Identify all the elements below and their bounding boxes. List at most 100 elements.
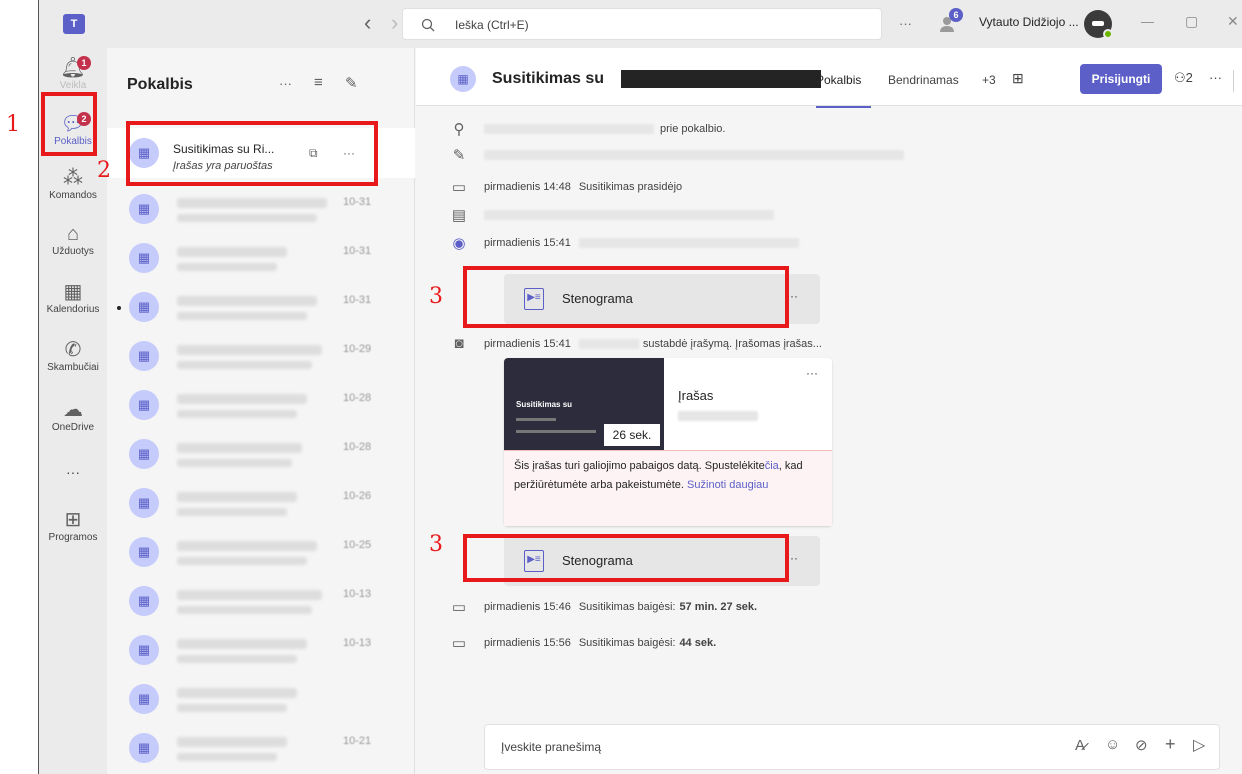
loop-icon[interactable]: ⊘ [1135,736,1148,754]
chat-list-item[interactable]: ▦ 10-31 [107,184,415,234]
meeting-avatar-icon: ▦ [129,684,159,714]
recording-thumbnail[interactable]: Susitikimas su 26 sek. [504,358,664,450]
join-button[interactable]: Prisijungti [1080,64,1162,94]
thumbnail-title: Susitikimas su [516,400,573,409]
chat-list-item[interactable]: ▦ 10-21 [107,723,415,773]
tab-chat-underline [816,106,871,108]
meeting-avatar-icon: ▦ [129,390,159,420]
format-icon[interactable]: A̷ [1075,737,1085,754]
event-calendar: ▤ [448,206,774,224]
teams-logo-icon: T [63,14,85,34]
rail-label: Kalendorius [46,304,100,315]
minimize-button[interactable]: — [1141,14,1154,29]
meeting-avatar-icon: ▦ [129,292,159,322]
chat-item-preview-blurred [177,410,297,418]
notice-link-here[interactable]: čia [765,460,779,472]
chat-list-item[interactable]: ▦ 10-31 [107,233,415,283]
people-icon: ⚇ [1174,70,1186,85]
chat-item-time: 10-31 [343,294,372,306]
rail-label: Užduotys [52,246,94,257]
header-more-icon[interactable]: ··· [1209,70,1222,85]
chat-item-title-blurred [177,345,322,355]
chat-list-item[interactable]: ▦ 10-25 [107,527,415,577]
compose-box[interactable]: Įveskite pranešimą A̷ ☺ ⊘ + ▷ [484,724,1220,770]
chat-item-title-blurred [177,492,297,502]
search-box[interactable]: Ieška (Ctrl+E) [402,8,882,40]
chat-item-preview-blurred [177,704,287,712]
rail-item-more[interactable]: ··· [39,464,107,480]
back-arrow-icon[interactable]: ‹ [364,10,371,36]
recording-more-icon[interactable]: ··· [806,366,818,380]
chat-list-item[interactable]: ▦ 10-13 [107,625,415,675]
maximize-button[interactable]: ▢ [1185,13,1198,30]
event-recording-started: ◉ pirmadienis 15:41 [448,234,799,252]
meeting-avatar-icon: ▦ [129,341,159,371]
rail-item-calendar[interactable]: ▦ Kalendorius [39,280,107,315]
chat-item-time: 10-29 [343,343,372,355]
chat-item-title-blurred [177,394,307,404]
close-button[interactable]: ✕ [1227,13,1239,30]
send-icon[interactable]: ▷ [1193,735,1205,755]
participants-button[interactable]: ⚇2 [1174,70,1193,86]
chat-list-item[interactable]: ▦ 10-31 [107,282,415,332]
stop-record-icon: ◙ [454,335,464,352]
rail-item-apps[interactable]: ⊞ Programos [39,508,107,543]
tab-shared[interactable]: Bendrinamas [888,73,959,87]
add-icon[interactable]: + [1165,734,1176,755]
expiry-notice: Šis įrašas turi galiojimo pabaigos datą.… [504,450,832,526]
chat-list-item[interactable]: ▦ 10-26 [107,478,415,528]
tab-chat[interactable]: Pokalbis [816,73,861,87]
emoji-icon[interactable]: ☺ [1105,736,1120,753]
meeting-avatar-icon: ▦ [129,733,159,763]
recording-title: Įrašas [678,388,714,403]
chat-item-preview-blurred [177,361,312,369]
rail-item-tasks[interactable]: ⌂ Užduotys [39,222,107,257]
annotation-1: 1 [6,112,20,137]
notifications-button[interactable]: 6 [939,8,963,34]
status-available-icon [1103,29,1113,39]
rail-item-activity[interactable]: 🔔︎ 1 Veikla [39,56,107,91]
chat-item-preview-blurred [177,557,307,565]
recording-card[interactable]: Susitikimas su 26 sek. Įrašas ··· Šis įr… [504,358,832,526]
more-icon: ··· [66,464,80,480]
search-icon [421,18,435,32]
annotation-box-3a [463,266,789,328]
new-chat-icon[interactable]: ✎ [345,74,358,92]
more-options-icon[interactable]: ··· [899,16,912,31]
rail-label: Komandos [49,190,97,201]
annotation-box-3b [463,534,789,582]
chat-item-preview-blurred [177,214,317,222]
annotation-3a: 3 [429,284,443,309]
rail-item-onedrive[interactable]: ☁︎ OneDrive [39,398,107,433]
chat-item-time: 10-28 [343,441,372,453]
chat-list-item[interactable]: ▦ 10-28 [107,429,415,479]
forward-arrow-icon[interactable]: › [391,10,398,36]
event-added: ⚲ prie pokalbio. [448,120,726,138]
org-name[interactable]: Vytauto Didžiojo ... [979,15,1079,29]
chat-item-preview-blurred [177,459,292,467]
recording-duration: 26 sek. [604,424,660,446]
meeting-avatar-icon: ▦ [129,488,159,518]
rail-item-calls[interactable]: ✆ Skambučiai [39,338,107,373]
user-avatar[interactable] [1084,10,1113,39]
chat-list-item[interactable]: ▦ 10-29 [107,331,415,381]
chat-list-item[interactable]: ▦ [107,674,415,724]
chat-list-more-icon[interactable]: ··· [279,76,292,91]
chat-item-time: 10-28 [343,392,372,404]
event-meeting-started: ▭ pirmadienis 14:48 Susitikimas prasidėjo [448,178,682,196]
person-add-icon: ⚲ [453,121,465,138]
message-input[interactable]: Įveskite pranešimą [501,740,601,754]
learn-more-link[interactable]: Sužinoti daugiau [687,479,768,491]
annotation-box-2 [126,121,378,186]
cloud-icon: ☁︎ [63,399,83,421]
add-tab-icon[interactable]: ⊞ [1012,70,1024,87]
chat-list-item[interactable]: ▦ 10-28 [107,380,415,430]
calendar-add-icon: ▤ [451,207,467,224]
chat-list-item[interactable]: ▦ 10-13 [107,576,415,626]
search-input[interactable]: Ieška (Ctrl+E) [455,18,529,32]
rail-label: Veikla [59,80,87,91]
filter-icon[interactable]: ≡ [314,74,323,91]
meeting-avatar-icon: ▦ [129,635,159,665]
tab-more[interactable]: +3 [982,73,996,87]
teams-window: T ‹ › Ieška (Ctrl+E) ··· 6 Vytauto Didži… [38,0,1242,774]
